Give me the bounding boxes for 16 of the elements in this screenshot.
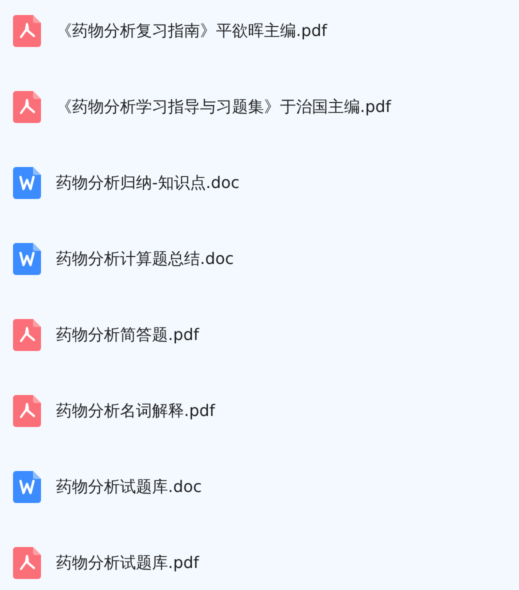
pdf-file-icon: [13, 15, 41, 47]
pdf-file-icon: [13, 319, 41, 351]
file-name[interactable]: 药物分析归纳-知识点.doc: [56, 171, 240, 195]
file-name[interactable]: 药物分析名词解释.pdf: [56, 399, 216, 423]
word-file-icon: [13, 167, 41, 199]
file-name[interactable]: 《药物分析学习指导与习题集》于治国主编.pdf: [56, 95, 392, 119]
file-name[interactable]: 药物分析试题库.doc: [56, 475, 202, 499]
pdf-file-icon: [13, 547, 41, 579]
pdf-file-icon: [13, 91, 41, 123]
file-name[interactable]: 药物分析试题库.pdf: [56, 551, 200, 575]
pdf-file-icon: [13, 395, 41, 427]
file-name[interactable]: 《药物分析复习指南》平欲晖主编.pdf: [56, 19, 328, 43]
file-name[interactable]: 药物分析简答题.pdf: [56, 323, 200, 347]
word-file-icon: [13, 243, 41, 275]
word-file-icon: [13, 471, 41, 503]
file-name[interactable]: 药物分析计算题总结.doc: [56, 247, 234, 271]
